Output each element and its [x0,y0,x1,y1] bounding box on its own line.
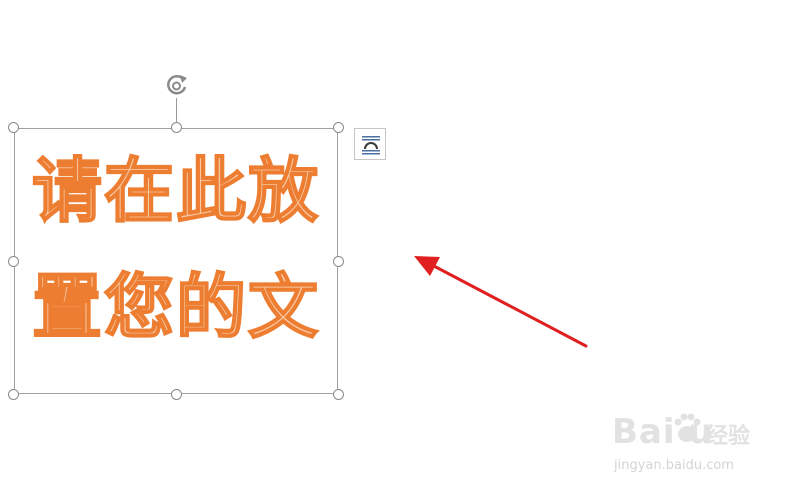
watermark-brand-cn: 经验 [706,424,751,449]
baidu-jingyan-watermark: Bai u 经验 jingyan.baidu.com [612,412,762,482]
watermark-url: jingyan.baidu.com [614,458,734,473]
paw-logo-icon [674,413,701,442]
